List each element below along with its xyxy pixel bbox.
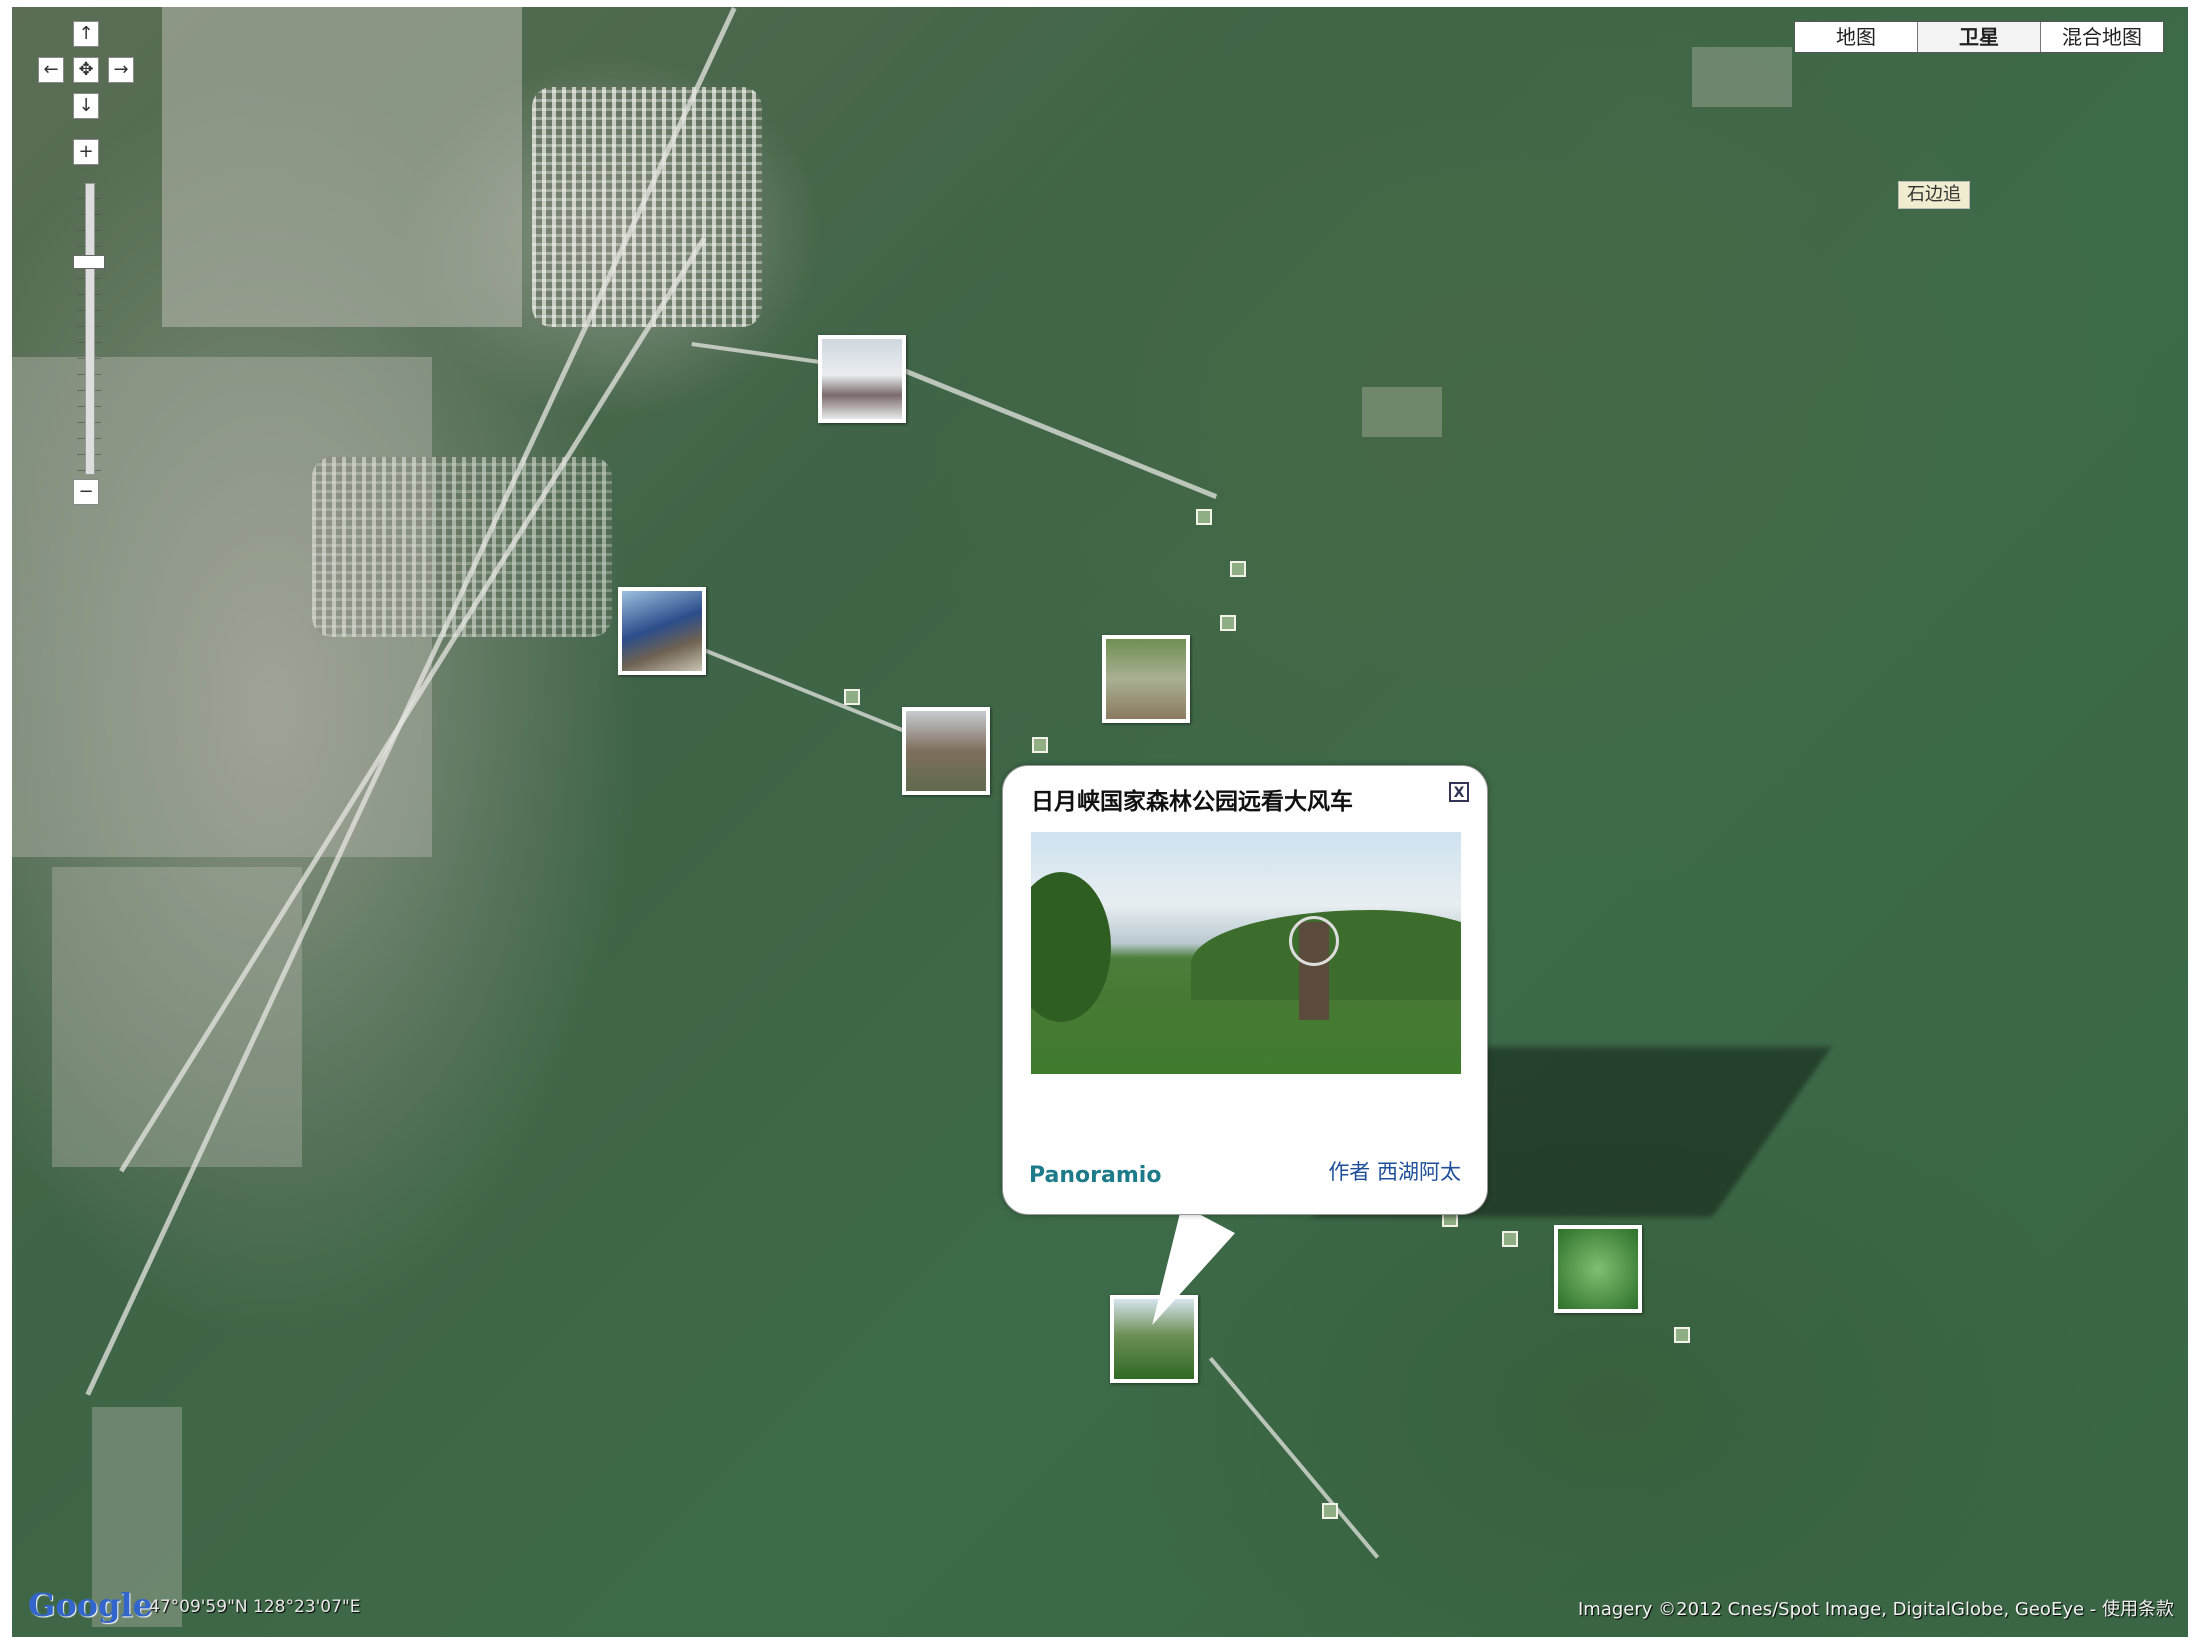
- photo-info-popup: 日月峡国家森林公园远看大风车 X Panoramio 作者 西湖阿太: [1002, 765, 1488, 1215]
- map-type-map-button[interactable]: 地图: [1795, 22, 1918, 52]
- town-area: [532, 87, 762, 327]
- imagery-attribution[interactable]: Imagery ©2012 Cnes/Spot Image, DigitalGl…: [1578, 1597, 2174, 1623]
- map-type-satellite-button[interactable]: 卫星: [1918, 22, 2041, 52]
- google-logo[interactable]: Google: [28, 1585, 153, 1625]
- coordinates-readout: 47°09'59"N 128°23'07"E: [149, 1597, 361, 1617]
- photo-marker-icon[interactable]: [1674, 1327, 1690, 1343]
- zoom-out-button[interactable]: −: [73, 479, 99, 505]
- farmland-area: [1692, 47, 1792, 107]
- photo-thumbnail-icon[interactable]: [1102, 635, 1190, 723]
- zoom-slider-track[interactable]: [85, 183, 95, 475]
- close-icon[interactable]: X: [1449, 782, 1469, 802]
- popup-tail: [1125, 1205, 1235, 1340]
- photo-marker-icon[interactable]: [1220, 615, 1236, 631]
- photo-thumbnail-icon[interactable]: [1554, 1225, 1642, 1313]
- pan-left-button[interactable]: ←: [38, 57, 64, 83]
- zoom-slider-handle[interactable]: [73, 255, 105, 269]
- road-line: [691, 342, 831, 366]
- photo-marker-icon[interactable]: [1230, 561, 1246, 577]
- pan-up-button[interactable]: ↑: [73, 21, 99, 47]
- photo-marker-icon[interactable]: [1322, 1503, 1338, 1519]
- map-type-selector: 地图 卫星 混合地图: [1794, 21, 2164, 53]
- photo-thumbnail-icon[interactable]: [902, 707, 990, 795]
- panoramio-logo[interactable]: Panoramio: [1029, 1162, 1161, 1190]
- photo-marker-icon[interactable]: [1196, 509, 1212, 525]
- pan-center-button[interactable]: ✥: [73, 57, 99, 83]
- pan-right-button[interactable]: →: [108, 57, 134, 83]
- pan-down-button[interactable]: ↓: [73, 93, 99, 119]
- road-line: [900, 367, 1218, 500]
- photo-marker-icon[interactable]: [1502, 1231, 1518, 1247]
- photo-marker-icon[interactable]: [844, 689, 860, 705]
- photo-trees: [1031, 872, 1111, 1022]
- farmland-area: [162, 7, 522, 327]
- zoom-in-button[interactable]: +: [73, 139, 99, 165]
- photo-thumbnail-icon[interactable]: [818, 335, 906, 423]
- road-line: [1208, 1357, 1380, 1559]
- popup-photo[interactable]: [1031, 832, 1461, 1074]
- place-label: 石边追: [1898, 181, 1970, 209]
- satellite-map[interactable]: 石边追 日月峡国家森林公园远看大风车 X Panoramio 作者 西湖阿太 ↑…: [12, 7, 2188, 1637]
- photo-thumbnail-icon[interactable]: [618, 587, 706, 675]
- farmland-area: [1362, 387, 1442, 437]
- photo-windmill-wheel: [1289, 916, 1339, 966]
- photo-marker-icon[interactable]: [1032, 737, 1048, 753]
- town-area: [312, 457, 612, 637]
- map-type-hybrid-button[interactable]: 混合地图: [2041, 22, 2163, 52]
- popup-author-link[interactable]: 作者 西湖阿太: [1328, 1158, 1461, 1186]
- popup-title: 日月峡国家森林公园远看大风车: [1031, 789, 1353, 815]
